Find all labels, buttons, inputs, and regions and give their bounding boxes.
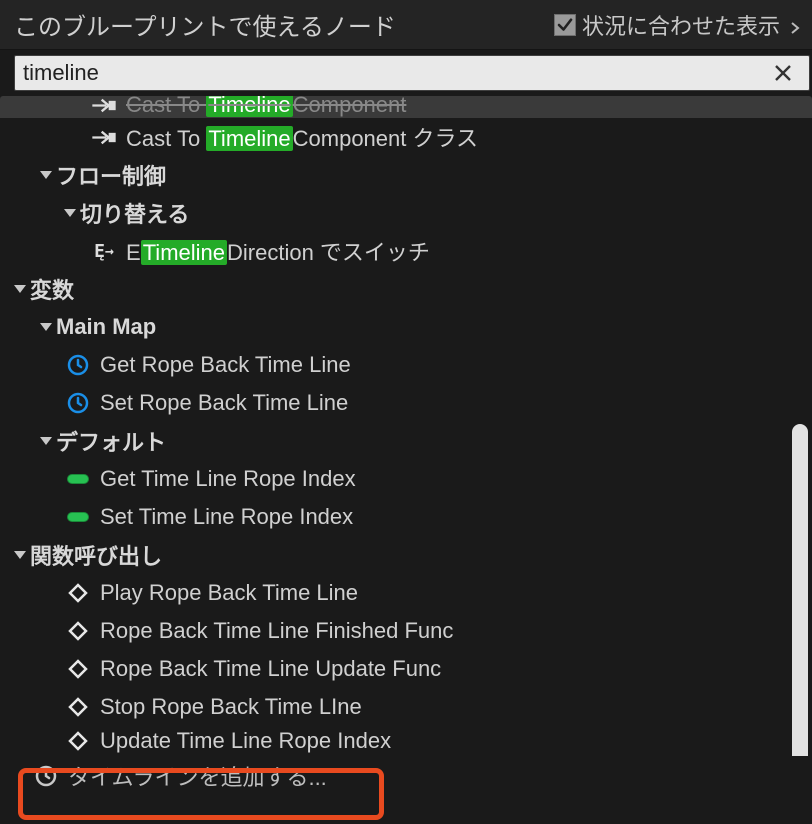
node-label: Set Time Line Rope Index (100, 504, 353, 530)
disclosure-icon (40, 323, 52, 331)
add-timeline-item[interactable]: タイムラインを追加する... (0, 756, 812, 796)
scrollbar[interactable] (792, 424, 808, 756)
header: このブループリントで使えるノード 状況に合わせた表示 (0, 0, 812, 50)
cast-icon (90, 96, 118, 118)
disclosure-icon (14, 285, 26, 293)
category-label: Main Map (56, 314, 156, 340)
disclosure-icon (40, 437, 52, 445)
list-item[interactable]: Play Rope Back Time Line (0, 574, 812, 612)
panel-title: このブループリントで使えるノード (14, 7, 396, 42)
category-function-call[interactable]: 関数呼び出し (0, 536, 812, 574)
list-item[interactable]: Update Time Line Rope Index (0, 726, 812, 756)
pill-icon (64, 466, 92, 492)
list-item[interactable]: Set Time Line Rope Index (0, 498, 812, 536)
category-switch[interactable]: 切り替える (0, 194, 812, 232)
node-label: Get Rope Back Time Line (100, 352, 351, 378)
search-row (0, 50, 812, 96)
switch-icon: Ę→ (90, 238, 118, 264)
node-label: ETimelineDirection でスイッチ (126, 235, 430, 267)
search-input[interactable] (14, 55, 810, 91)
context-checkbox[interactable] (554, 14, 576, 36)
node-label: Cast To TimelineComponent (126, 96, 406, 118)
category-flow-control[interactable]: フロー制御 (0, 156, 812, 194)
category-main-map[interactable]: Main Map (0, 308, 812, 346)
function-icon (64, 728, 92, 754)
category-variables[interactable]: 変数 (0, 270, 812, 308)
context-sensitive-area: 状況に合わせた表示 (554, 9, 802, 41)
function-icon (64, 656, 92, 682)
list-item[interactable]: Get Time Line Rope Index (0, 460, 812, 498)
disclosure-icon (64, 209, 76, 217)
function-icon (64, 618, 92, 644)
cast-icon (90, 124, 118, 150)
list-item[interactable]: Get Rope Back Time Line (0, 346, 812, 384)
function-icon (64, 694, 92, 720)
clock-icon (32, 763, 60, 789)
category-label: 変数 (30, 273, 74, 305)
list-item[interactable]: Ę→ ETimelineDirection でスイッチ (0, 232, 812, 270)
disclosure-icon (40, 171, 52, 179)
list-item[interactable]: Stop Rope Back Time LIne (0, 688, 812, 726)
category-default[interactable]: デフォルト (0, 422, 812, 460)
function-icon (64, 580, 92, 606)
node-label: Play Rope Back Time Line (100, 580, 358, 606)
pill-icon (64, 504, 92, 530)
results-list: Cast To TimelineComponent Cast To Timeli… (0, 96, 812, 756)
node-label: Get Time Line Rope Index (100, 466, 356, 492)
clock-icon (64, 390, 92, 416)
category-label: 切り替える (80, 197, 189, 229)
clear-search-button[interactable] (772, 62, 794, 84)
list-item[interactable]: Rope Back Time Line Finished Func (0, 612, 812, 650)
list-item[interactable]: Set Rope Back Time Line (0, 384, 812, 422)
category-label: フロー制御 (56, 159, 166, 191)
category-label: 関数呼び出し (30, 539, 162, 571)
node-label: Rope Back Time Line Update Func (100, 656, 441, 682)
node-label: Update Time Line Rope Index (100, 728, 391, 754)
node-label: Set Rope Back Time Line (100, 390, 348, 416)
list-item[interactable]: Cast To TimelineComponent クラス (0, 118, 812, 156)
node-label: Stop Rope Back Time LIne (100, 694, 362, 720)
node-label: Rope Back Time Line Finished Func (100, 618, 453, 644)
disclosure-icon (14, 551, 26, 559)
node-label: Cast To TimelineComponent クラス (126, 121, 478, 153)
chevron-right-icon[interactable] (788, 18, 802, 32)
category-label: デフォルト (56, 425, 166, 457)
add-timeline-label: タイムラインを追加する... (68, 760, 327, 792)
clock-icon (64, 352, 92, 378)
list-item[interactable]: Rope Back Time Line Update Func (0, 650, 812, 688)
context-label: 状況に合わせた表示 (582, 9, 780, 41)
list-item[interactable]: Cast To TimelineComponent (0, 96, 812, 118)
